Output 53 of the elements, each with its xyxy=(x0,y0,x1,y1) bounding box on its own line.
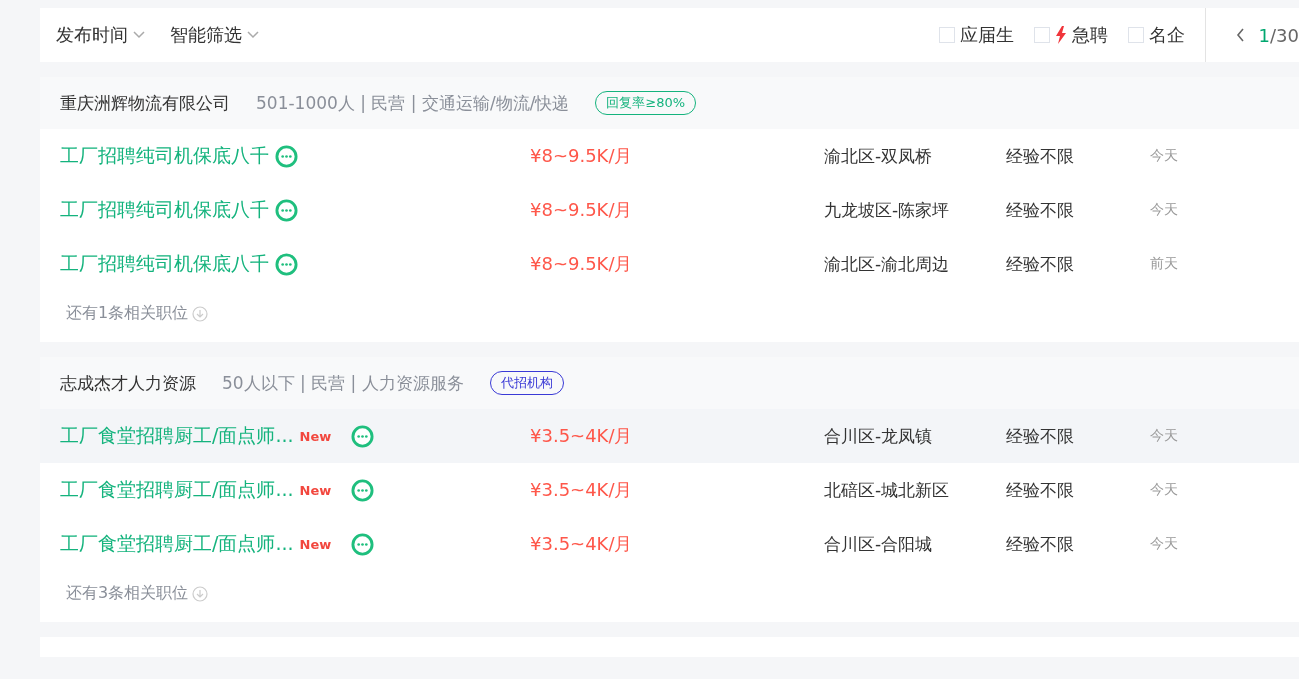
chevron-left-icon[interactable] xyxy=(1235,28,1245,42)
checkbox-label[interactable]: 应届生 xyxy=(959,23,1014,47)
chevron-down-icon xyxy=(246,31,260,39)
job-date: 今天 xyxy=(1150,427,1179,445)
page-indicator: 1/30 xyxy=(1258,24,1299,46)
checkbox[interactable] xyxy=(938,27,955,43)
job-salary: ¥8~9.5K/月 xyxy=(530,198,634,222)
job-location: 渝北区-渝北周边 xyxy=(824,252,951,276)
company-name[interactable]: 志成杰才人力资源 xyxy=(60,371,196,395)
chat-bubble-icon[interactable] xyxy=(351,532,375,556)
job-date: 前天 xyxy=(1150,255,1179,273)
filter-dropdown[interactable]: 发布时间 xyxy=(56,23,146,47)
new-label: New xyxy=(299,536,332,552)
job-experience: 经验不限 xyxy=(1006,532,1075,556)
job-date: 今天 xyxy=(1150,147,1179,165)
chat-bubble-icon[interactable] xyxy=(275,198,298,222)
job-salary: ¥3.5~4K/月 xyxy=(530,478,634,502)
job-location: 合川区-合阳城 xyxy=(824,532,934,556)
arrow-down-circle-icon xyxy=(192,585,209,602)
filter-dropdown[interactable]: 智能筛选 xyxy=(170,23,260,47)
job-location: 合川区-龙凤镇 xyxy=(824,424,934,448)
company-name[interactable]: 重庆洲辉物流有限公司 xyxy=(60,91,230,115)
job-salary: ¥3.5~4K/月 xyxy=(530,424,634,448)
checkbox-label[interactable]: 名企 xyxy=(1148,23,1185,47)
company-info: 50人以下 | 民营 | 人力资源服务 xyxy=(222,371,464,395)
job-experience: 经验不限 xyxy=(1006,478,1075,502)
arrow-down-circle-icon xyxy=(192,305,209,322)
checkbox[interactable] xyxy=(1127,27,1144,43)
job-salary: ¥8~9.5K/月 xyxy=(530,144,634,168)
new-label: New xyxy=(299,482,332,498)
job-experience: 经验不限 xyxy=(1006,198,1075,222)
job-location: 北碚区-城北新区 xyxy=(824,478,951,502)
new-label: New xyxy=(299,428,332,444)
checkbox-label[interactable]: 急聘 xyxy=(1071,23,1108,47)
lightning-icon xyxy=(1054,26,1067,44)
chat-bubble-icon[interactable] xyxy=(275,144,298,168)
job-location: 渝北区-双凤桥 xyxy=(824,144,934,168)
checkbox[interactable] xyxy=(1033,27,1050,43)
company-info: 501-1000人 | 民营 | 交通运输/物流/快递 xyxy=(256,91,570,115)
job-experience: 经验不限 xyxy=(1006,424,1075,448)
job-salary: ¥3.5~4K/月 xyxy=(530,532,634,556)
chat-bubble-icon[interactable] xyxy=(351,424,375,448)
chat-bubble-icon[interactable] xyxy=(275,252,298,276)
job-location: 九龙坡区-陈家坪 xyxy=(824,198,951,222)
chat-bubble-icon[interactable] xyxy=(351,478,375,502)
job-row[interactable]: 工厂食堂招聘厨工/面点师... New ¥3.5~4K/月 合川区-龙凤镇 经验不限 今天 xyxy=(40,409,1299,463)
job-date: 今天 xyxy=(1150,481,1179,499)
job-date: 今天 xyxy=(1150,535,1179,553)
job-date: 今天 xyxy=(1150,201,1179,219)
job-experience: 经验不限 xyxy=(1006,252,1075,276)
chevron-down-icon xyxy=(132,31,146,39)
job-experience: 经验不限 xyxy=(1006,144,1075,168)
job-salary: ¥8~9.5K/月 xyxy=(530,252,634,276)
